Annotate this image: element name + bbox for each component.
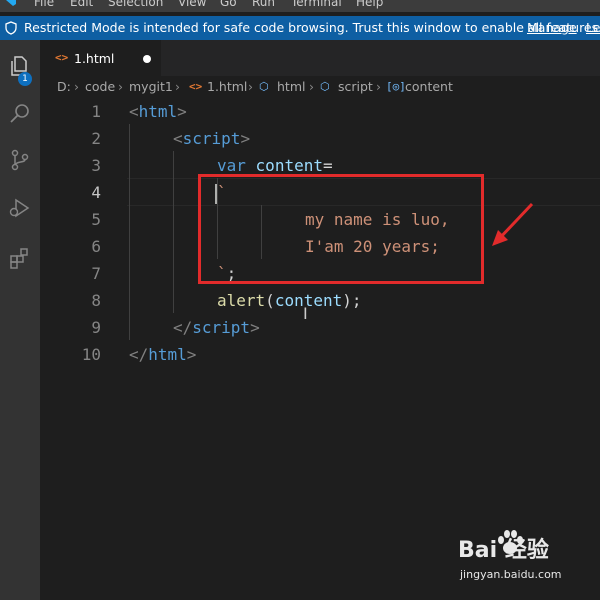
chevron-right-icon: › bbox=[74, 79, 79, 94]
line-number: 3 bbox=[91, 156, 101, 175]
element-cube-icon: ⬡ bbox=[259, 80, 269, 93]
vscode-logo-icon bbox=[6, 0, 16, 6]
menu-go[interactable]: Go bbox=[220, 0, 237, 9]
tab-1-html[interactable]: <> 1.html bbox=[41, 40, 161, 76]
line-number: 1 bbox=[91, 102, 101, 121]
banner-message: Restricted Mode is intended for safe cod… bbox=[24, 20, 600, 35]
breadcrumb-folder-mygit1[interactable]: mygit1 bbox=[129, 79, 173, 94]
breadcrumb-file[interactable]: 1.html bbox=[207, 79, 247, 94]
source-control-icon bbox=[11, 149, 29, 171]
editor-tabs: <> 1.html bbox=[41, 40, 600, 76]
code-line-2: <script> bbox=[173, 129, 251, 148]
extensions-button[interactable] bbox=[0, 238, 40, 278]
menu-view[interactable]: View bbox=[178, 0, 206, 9]
menu-run[interactable]: Run bbox=[252, 0, 275, 9]
source-control-button[interactable] bbox=[0, 140, 40, 180]
restricted-mode-banner: Restricted Mode is intended for safe cod… bbox=[0, 16, 600, 40]
line-number-active: 4 bbox=[91, 183, 101, 202]
explorer-button[interactable]: 1 bbox=[0, 46, 40, 86]
variable-icon: [◎] bbox=[386, 80, 406, 93]
chevron-right-icon: › bbox=[248, 79, 253, 94]
line-number: 6 bbox=[91, 237, 101, 256]
code-line-8: alert(content); bbox=[217, 291, 362, 310]
indent-guide bbox=[129, 124, 130, 340]
breadcrumb-content[interactable]: content bbox=[405, 79, 453, 94]
annotation-highlight-box bbox=[198, 174, 484, 284]
menu-bar: File Edit Selection View Go Run Terminal… bbox=[0, 0, 600, 12]
chevron-right-icon: › bbox=[175, 79, 180, 94]
chevron-right-icon: › bbox=[118, 79, 123, 94]
line-number: 2 bbox=[91, 129, 101, 148]
breadcrumb-html[interactable]: html bbox=[277, 79, 305, 94]
menu-selection[interactable]: Selection bbox=[108, 0, 163, 9]
baidu-jingyan-watermark: Bai 经验 jingyan.baidu.com bbox=[450, 530, 600, 588]
html-file-icon: <> bbox=[55, 51, 69, 64]
menu-edit[interactable]: Edit bbox=[70, 0, 93, 9]
line-number: 10 bbox=[81, 345, 101, 364]
line-number: 5 bbox=[91, 210, 101, 229]
annotation-arrow-icon bbox=[492, 202, 534, 246]
shield-icon bbox=[5, 21, 17, 35]
paw-logo-icon bbox=[498, 530, 523, 554]
extensions-icon bbox=[10, 248, 28, 269]
watermark-url: jingyan.baidu.com bbox=[460, 568, 562, 581]
activity-bar: 1 bbox=[0, 40, 40, 600]
explorer-badge: 1 bbox=[18, 72, 32, 86]
element-cube-icon: ⬡ bbox=[320, 80, 330, 93]
manage-link[interactable]: Manage bbox=[527, 16, 577, 40]
breadcrumb-folder-code[interactable]: code bbox=[85, 79, 115, 94]
line-number: 8 bbox=[91, 291, 101, 310]
code-line-3: var content= bbox=[217, 156, 333, 175]
code-line-10: </html> bbox=[129, 345, 197, 364]
search-button[interactable] bbox=[0, 94, 40, 134]
chevron-right-icon: › bbox=[376, 79, 381, 94]
menu-file[interactable]: File bbox=[34, 0, 54, 9]
code-line-9: </script> bbox=[173, 318, 260, 337]
search-icon bbox=[10, 104, 29, 123]
line-number: 9 bbox=[91, 318, 101, 337]
i-beam-cursor-icon: I bbox=[303, 304, 308, 323]
tab-label: 1.html bbox=[74, 51, 115, 66]
run-debug-icon bbox=[9, 198, 30, 218]
menu-terminal[interactable]: Terminal bbox=[291, 0, 342, 9]
breadcrumb-script[interactable]: script bbox=[338, 79, 373, 94]
menu-help[interactable]: Help bbox=[356, 0, 383, 9]
chevron-right-icon: › bbox=[309, 79, 314, 94]
unsaved-dot-icon[interactable] bbox=[143, 55, 151, 63]
code-line-1: <html> bbox=[129, 102, 187, 121]
indent-guide bbox=[173, 151, 174, 313]
html-file-icon: <> bbox=[189, 80, 203, 93]
breadcrumb: D: › code › mygit1 › <> 1.html › ⬡ html … bbox=[41, 76, 600, 98]
line-number: 7 bbox=[91, 264, 101, 283]
learn-more-link[interactable]: Le bbox=[586, 16, 600, 40]
breadcrumb-drive[interactable]: D: bbox=[57, 79, 71, 94]
run-debug-button[interactable] bbox=[0, 188, 40, 228]
